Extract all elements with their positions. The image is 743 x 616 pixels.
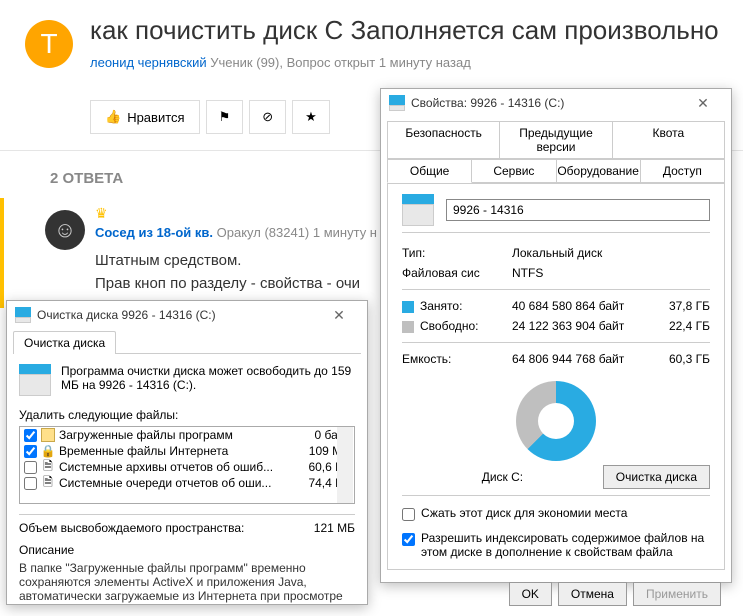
cleanup-intro: Программа очистки диска может освободить… [61, 364, 355, 392]
cancel-button[interactable]: Отмена [558, 582, 627, 606]
file-name: Системные архивы отчетов об ошиб... [59, 460, 286, 474]
scrollbar[interactable] [337, 427, 353, 503]
file-name: Временные файлы Интернета [59, 444, 286, 458]
flag-icon: ⚑ [219, 109, 231, 125]
question-meta: леонид чернявский Ученик (99), Вопрос от… [90, 55, 471, 70]
free-bytes: 24 122 363 904 байт [512, 319, 642, 333]
type-label: Тип: [402, 246, 512, 260]
disk-icon [389, 95, 405, 111]
used-label: Занято: [420, 299, 462, 313]
answer-time: 1 минуту н [313, 225, 377, 240]
like-button[interactable]: 👍 Нравится [90, 100, 200, 134]
disk-icon [402, 194, 434, 226]
usage-donut-chart [516, 381, 596, 461]
question-title: как почистить диск С Заполняется сам про… [90, 15, 719, 46]
props-titlebar[interactable]: Свойства: 9926 - 14316 (C:) ✕ [381, 89, 731, 117]
file-row[interactable]: 🗎 Системные очереди отчетов об оши... 74… [20, 475, 354, 491]
close-icon[interactable]: ✕ [683, 95, 723, 112]
fs-label: Файловая сис [402, 266, 512, 280]
block-icon: ⊘ [262, 109, 273, 125]
capacity-gb: 60,3 ГБ [642, 352, 710, 366]
props-tabs: Безопасность Предыдущие версии Квота Общ… [387, 121, 725, 183]
folder-icon [41, 428, 55, 442]
tab-previous-versions[interactable]: Предыдущие версии [499, 121, 612, 159]
fs-value: NTFS [512, 266, 543, 280]
disk-cleanup-dialog: Очистка диска 9926 - 14316 (C:) ✕ Очистк… [6, 300, 368, 605]
answerer-rank: Оракул (83241) [217, 225, 310, 240]
answers-header: 2 ОТВЕТА [50, 170, 123, 187]
file-list[interactable]: Загруженные файлы программ 0 байт 🔒 Врем… [19, 426, 355, 504]
drive-properties-dialog: Свойства: 9926 - 14316 (C:) ✕ Безопаснос… [380, 88, 732, 583]
index-checkbox[interactable] [402, 533, 415, 546]
file-icon: 🗎 [41, 476, 55, 490]
tab-tools[interactable]: Сервис [471, 159, 556, 183]
tab-hardware[interactable]: Оборудование [556, 159, 641, 183]
used-bytes: 40 684 580 864 байт [512, 299, 642, 313]
answer-line-2: Прав кноп по разделу - свойства - очи [95, 273, 360, 296]
file-row[interactable]: Загруженные файлы программ 0 байт [20, 427, 354, 443]
free-swatch [402, 321, 414, 333]
cleanup-tabs: Очистка диска [13, 331, 361, 354]
disk-cleanup-button[interactable]: Очистка диска [603, 465, 710, 489]
compress-label: Сжать этот диск для экономии места [421, 506, 627, 520]
answer-line-1: Штатным средством. [95, 250, 360, 273]
free-gb: 22,4 ГБ [642, 319, 710, 333]
index-option[interactable]: Разрешить индексировать содержимое файло… [402, 531, 710, 559]
file-row[interactable]: 🔒 Временные файлы Интернета 109 МБ [20, 443, 354, 459]
block-button[interactable]: ⊘ [249, 100, 286, 134]
capacity-label: Емкость: [402, 352, 512, 366]
tab-general[interactable]: Общие [387, 159, 472, 183]
file-checkbox[interactable] [24, 429, 37, 442]
answerer-link[interactable]: Сосед из 18-ой кв. [95, 225, 213, 240]
type-value: Локальный диск [512, 246, 602, 260]
thumbs-up-icon: 👍 [105, 109, 121, 125]
file-name: Загруженные файлы программ [59, 428, 286, 442]
answer-highlight [0, 198, 4, 308]
crown-icon: ♛ [95, 205, 108, 222]
star-icon: ★ [305, 109, 317, 125]
volume-name-input[interactable] [446, 199, 710, 221]
cleanup-title-text: Очистка диска 9926 - 14316 (C:) [37, 308, 216, 322]
cleanup-titlebar[interactable]: Очистка диска 9926 - 14316 (C:) ✕ [7, 301, 367, 329]
question-toolbar: 👍 Нравится ⚑ ⊘ ★ [90, 100, 330, 134]
apply-button[interactable]: Применить [633, 582, 721, 606]
used-swatch [402, 301, 414, 313]
compress-checkbox[interactable] [402, 508, 415, 521]
props-title-text: Свойства: 9926 - 14316 (C:) [411, 96, 564, 110]
disk-label: Диск C: [402, 470, 603, 484]
description-text: В папке "Загруженные файлы программ" вре… [19, 561, 355, 603]
compress-option[interactable]: Сжать этот диск для экономии места [402, 506, 710, 521]
total-value: 121 МБ [314, 521, 355, 535]
flag-button[interactable]: ⚑ [206, 100, 244, 134]
disk-icon [15, 307, 31, 323]
tab-cleanup[interactable]: Очистка диска [13, 331, 116, 354]
capacity-bytes: 64 806 944 768 байт [512, 352, 642, 366]
file-checkbox[interactable] [24, 477, 37, 490]
asker-avatar[interactable]: Т [25, 20, 73, 68]
total-label: Объем высвобождаемого пространства: [19, 521, 244, 535]
close-icon[interactable]: ✕ [319, 307, 359, 324]
asker-link[interactable]: леонид чернявский [90, 55, 207, 70]
file-checkbox[interactable] [24, 445, 37, 458]
file-list-label: Удалить следующие файлы: [19, 408, 355, 422]
index-label: Разрешить индексировать содержимое файло… [421, 531, 710, 559]
tab-sharing[interactable]: Доступ [640, 159, 725, 183]
like-label: Нравится [127, 110, 184, 125]
tab-quota[interactable]: Квота [612, 121, 725, 159]
answer-body: Штатным средством. Прав кноп по разделу … [95, 250, 360, 295]
star-button[interactable]: ★ [292, 100, 330, 134]
file-name: Системные очереди отчетов об оши... [59, 476, 286, 490]
free-label: Свободно: [420, 319, 479, 333]
description-header: Описание [19, 543, 355, 557]
answerer-meta: Сосед из 18-ой кв. Оракул (83241) 1 мину… [95, 225, 377, 240]
used-gb: 37,8 ГБ [642, 299, 710, 313]
disk-icon [19, 364, 51, 396]
answerer-avatar[interactable]: ☺ [45, 210, 85, 250]
file-row[interactable]: 🗎 Системные архивы отчетов об ошиб... 60… [20, 459, 354, 475]
file-checkbox[interactable] [24, 461, 37, 474]
asker-rank: Ученик (99), Вопрос открыт 1 минуту наза… [210, 55, 471, 70]
tab-security[interactable]: Безопасность [387, 121, 500, 159]
ok-button[interactable]: OK [509, 582, 552, 606]
